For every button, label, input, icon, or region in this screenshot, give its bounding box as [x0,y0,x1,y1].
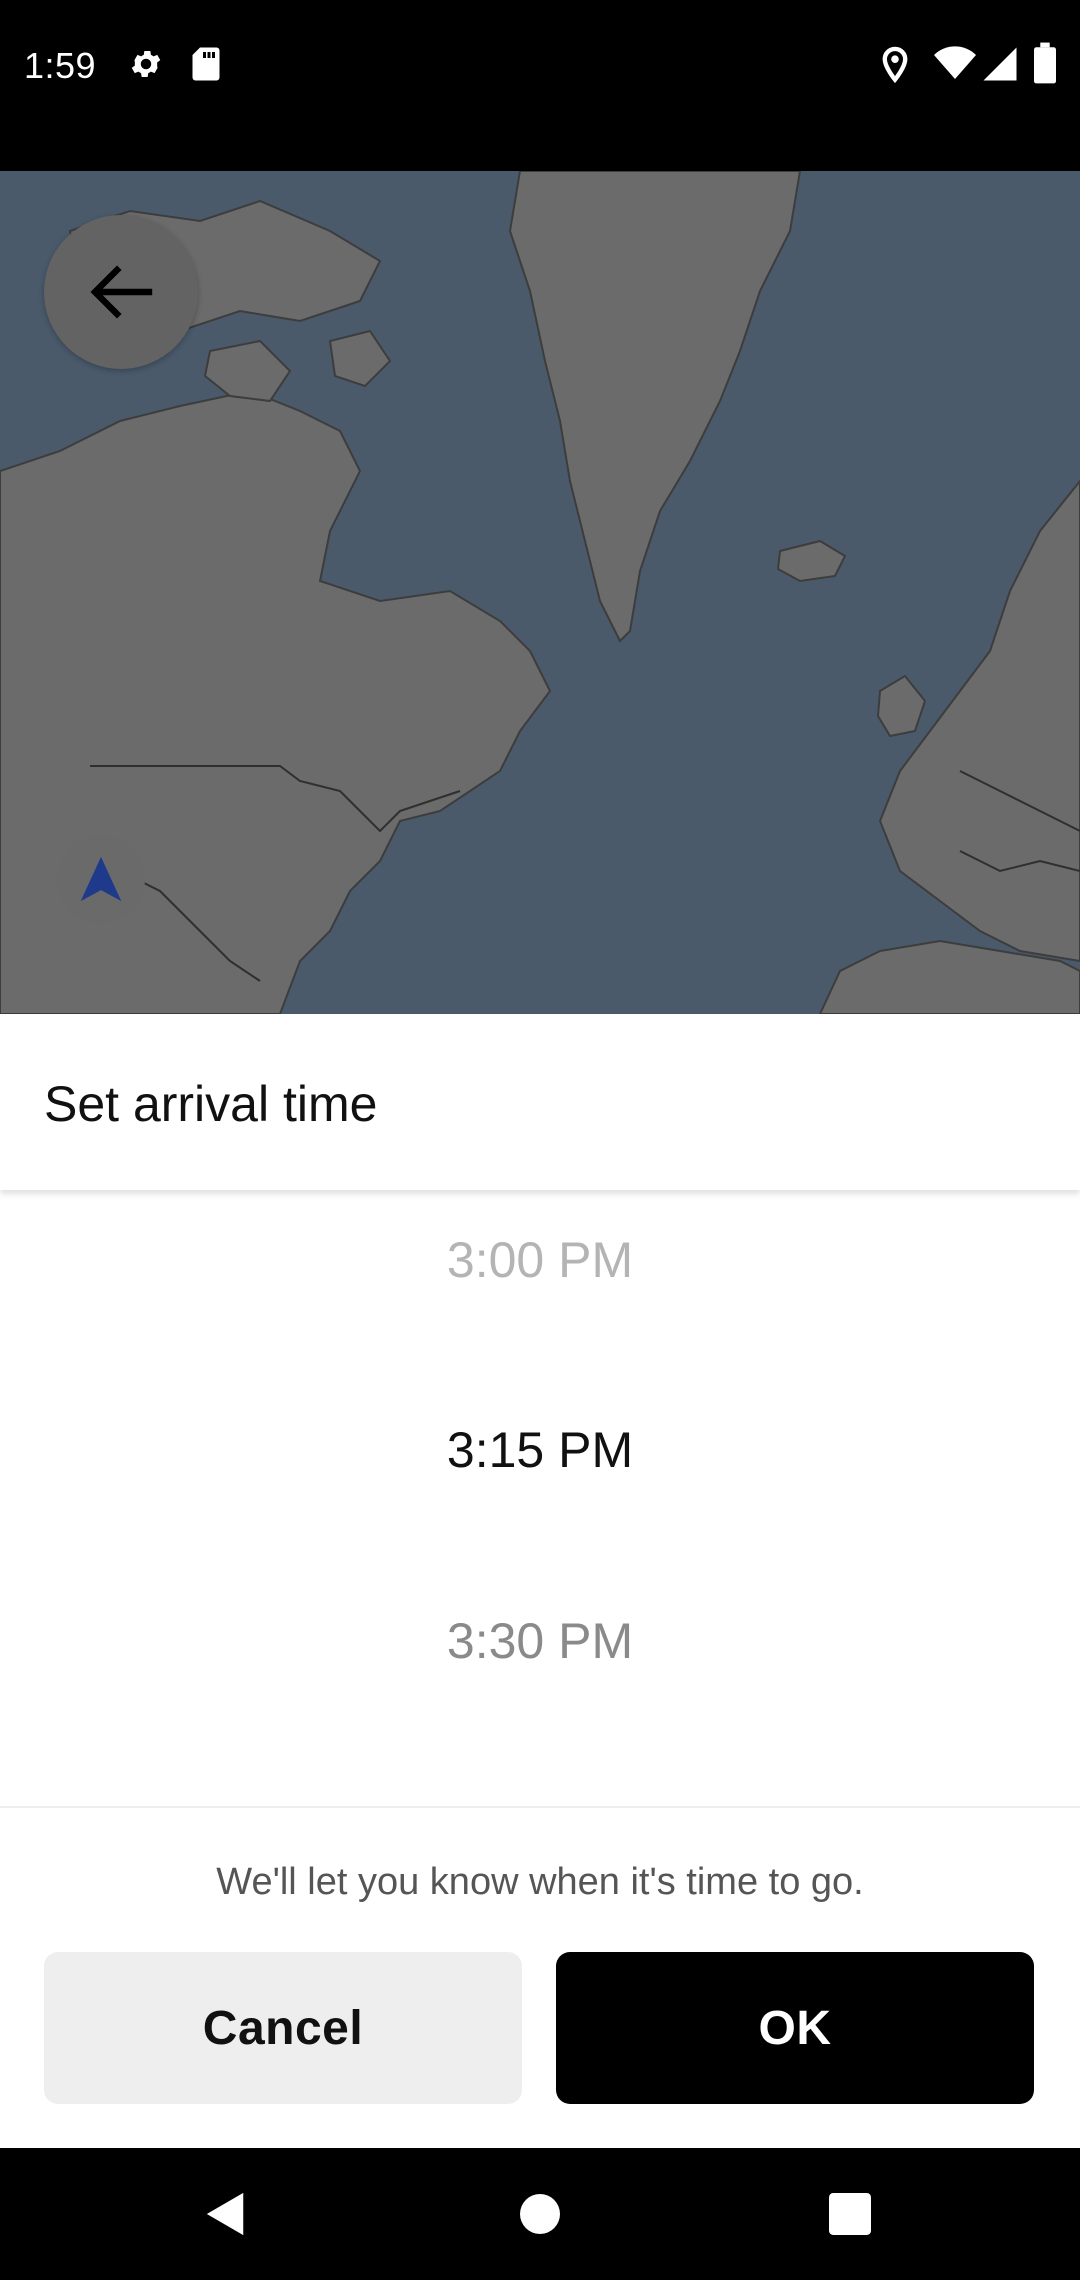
cancel-button[interactable]: Cancel [44,1952,522,2104]
home-circle-icon [520,2194,560,2234]
status-time: 1:59 [24,45,97,86]
nav-back-button[interactable] [186,2174,266,2254]
time-option[interactable]: 3:00 PM [0,1230,1080,1290]
ok-button[interactable]: OK [556,1952,1034,2104]
back-button[interactable] [44,215,198,369]
map-view[interactable] [0,171,1080,1014]
back-triangle-icon [206,2192,244,2236]
battery-icon [1034,42,1056,89]
status-bar: 1:59 [0,0,1080,171]
time-picker[interactable]: 3:00 PM 3:15 PM 3:30 PM [0,1190,1080,1806]
gear-icon [128,46,164,87]
nav-recents-button[interactable] [810,2174,890,2254]
system-nav-bar [0,2148,1080,2280]
current-location-marker [57,835,145,923]
time-option-selected[interactable]: 3:15 PM [0,1420,1080,1480]
recents-square-icon [829,2193,871,2235]
time-option[interactable]: 3:30 PM [0,1611,1080,1671]
wifi-icon [934,46,976,87]
footer-note: We'll let you know when it's time to go. [216,1861,864,1903]
sd-card-icon [190,46,222,87]
arrow-left-icon [90,265,153,319]
location-icon [880,46,910,89]
nav-home-button[interactable] [500,2174,580,2254]
sheet-footer: We'll let you know when it's time to go.… [0,1806,1080,2150]
navigation-arrow-icon [80,856,122,902]
cellular-signal-icon [982,46,1018,87]
sheet-title: Set arrival time [44,1076,378,1132]
arrival-time-sheet-header: Set arrival time [0,1014,1080,1190]
